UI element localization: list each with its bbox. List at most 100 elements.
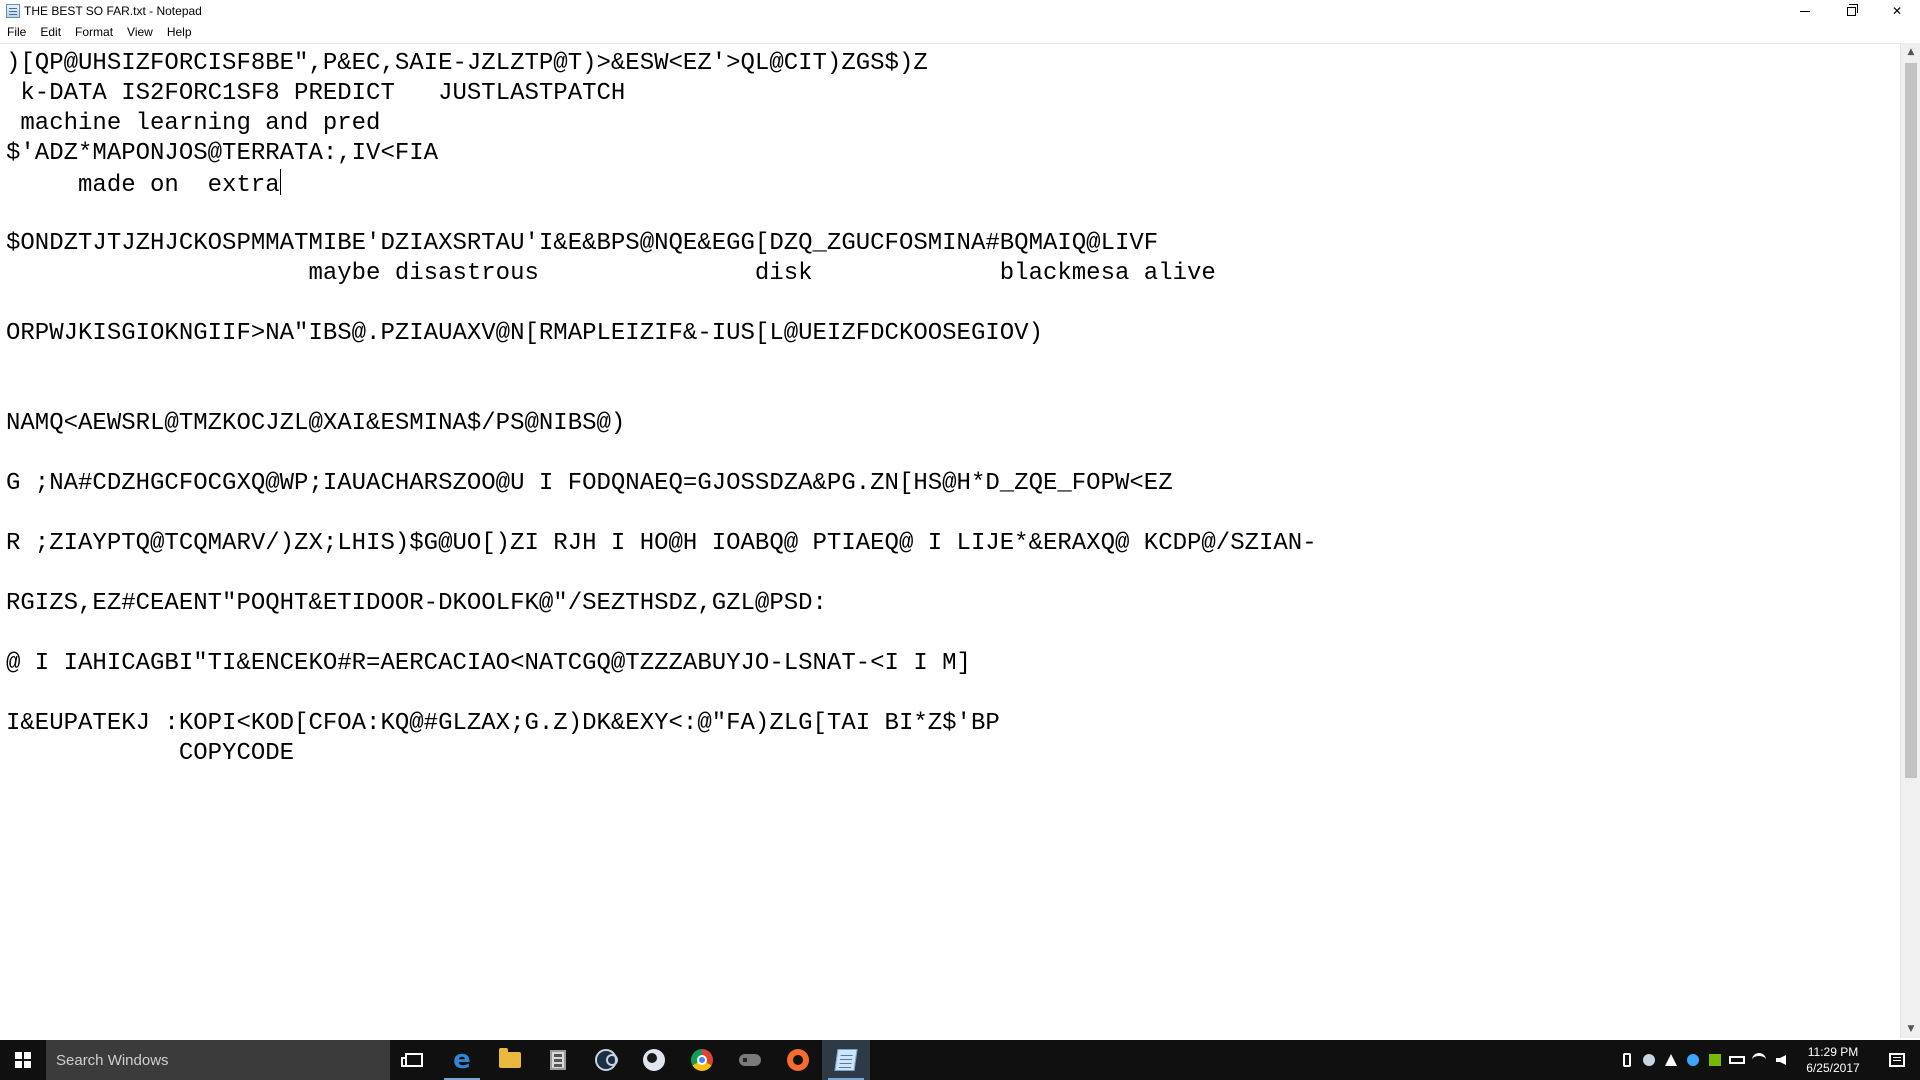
menu-bar: File Edit Format View Help [0,22,1920,42]
menu-format[interactable]: Format [68,25,120,39]
menu-view[interactable]: View [120,25,160,39]
origin-icon [787,1049,809,1071]
text-line[interactable]: k-DATA IS2FORC1SF8 PREDICT JUSTLASTPATCH [6,79,1886,109]
text-line[interactable] [6,439,1886,469]
text-line[interactable] [6,829,1886,859]
clock-date: 6/25/2017 [1806,1061,1860,1075]
text-line[interactable] [6,979,1886,1009]
taskbar-search[interactable] [46,1040,390,1080]
wifi-icon[interactable] [1748,1040,1770,1080]
clock[interactable]: 11:29 PM 6/25/2017 [1792,1040,1874,1080]
text-line[interactable]: COPYCODE [6,739,1886,769]
text-line[interactable] [6,679,1886,709]
restore-button[interactable] [1828,0,1874,22]
steam-tray-icon-glyph [1643,1054,1655,1066]
menu-file[interactable]: File [0,25,33,39]
text-line[interactable]: )[QP@UHSIZFORCISF8BE",P&EC,SAIE-JZLZTP@T… [6,49,1886,79]
text-content[interactable]: )[QP@UHSIZFORCISF8BE",P&EC,SAIE-JZLZTP@T… [6,49,1886,1031]
taskbar-button-notepad[interactable] [822,1040,870,1080]
text-editor[interactable]: )[QP@UHSIZFORCISF8BE",P&EC,SAIE-JZLZTP@T… [0,43,1900,1031]
volume-icon[interactable] [1770,1040,1792,1080]
text-line[interactable]: machine learning and pred [6,109,1886,139]
search-input[interactable] [56,1051,376,1069]
notepad-icon [834,1049,858,1071]
close-icon: ✕ [1891,4,1903,18]
text-line[interactable] [6,859,1886,889]
window-controls: ✕ [1782,0,1920,22]
taskbar-button-valve[interactable] [630,1040,678,1080]
text-line[interactable] [6,499,1886,529]
text-line-content: COPYCODE [6,740,295,767]
taskbar-button-calculator[interactable] [534,1040,582,1080]
text-line[interactable]: $ONDZTJTJZHJCKOSPMMATMIBE'DZIAXSRTAU'I&E… [6,229,1886,259]
taskbar-button-task-view[interactable] [390,1040,438,1080]
action-center-button[interactable] [1874,1040,1920,1080]
battery-icon-glyph [1729,1056,1745,1064]
clock-time: 11:29 PM [1807,1045,1859,1059]
volume-icon-glyph [1776,1055,1786,1065]
title-bar[interactable]: THE BEST SO FAR.txt - Notepad ✕ [0,0,1920,22]
calculator-icon [550,1050,566,1070]
text-line[interactable]: maybe disastrous disk blackmesa alive [6,259,1886,289]
taskbar-button-edge[interactable]: e [438,1040,486,1080]
nvidia-icon[interactable] [1704,1040,1726,1080]
edge-icon: e [453,1045,471,1075]
text-line[interactable] [6,619,1886,649]
text-line[interactable]: RGIZS,EZ#CEAENT"POQHT&ETIDOOR-DKOOLFK@"/… [6,589,1886,619]
usb-icon[interactable] [1616,1040,1638,1080]
wifi-icon-glyph [1752,1053,1766,1067]
text-line[interactable] [6,919,1886,949]
taskbar: e 11:29 PM 6/25/2017 [0,1040,1920,1080]
text-line[interactable] [6,559,1886,589]
text-line[interactable]: NAMQ<AEWSRL@TMZKOCJZL@XAI&ESMINA$/PS@NIB… [6,409,1886,439]
text-line-content: I&EUPATEKJ :KOPI<KOD[CFOA:KQ@#GLZAX;G.Z)… [6,710,1000,737]
text-line[interactable] [6,799,1886,829]
restore-icon [1846,3,1858,16]
text-line[interactable]: ORPWJKISGIOKNGIIF>NA"IBS@.PZIAUAXV@N[RMA… [6,319,1886,349]
start-button[interactable] [0,1040,46,1080]
bluetooth-icon[interactable] [1682,1040,1704,1080]
text-line[interactable] [6,769,1886,799]
text-line[interactable]: R ;ZIAYPTQ@TCQMARV/)ZX;LHIS)$G@UO[)ZI RJ… [6,529,1886,559]
chrome-icon [691,1049,713,1071]
steam-tray-icon[interactable] [1638,1040,1660,1080]
text-line[interactable]: $'ADZ*MAPONJOS@TERRATA:,IV<FIA [6,139,1886,169]
text-line[interactable]: I&EUPATEKJ :KOPI<KOD[CFOA:KQ@#GLZAX;G.Z)… [6,709,1886,739]
text-line[interactable] [6,349,1886,379]
taskbar-button-origin[interactable] [774,1040,822,1080]
text-line-content: made on extra [6,172,280,199]
battery-icon[interactable] [1726,1040,1748,1080]
vertical-scrollbar[interactable]: ▲ ▼ [1900,43,1920,1038]
close-button[interactable]: ✕ [1874,0,1920,22]
file-explorer-icon [499,1048,521,1068]
text-line[interactable] [6,1009,1886,1031]
text-line[interactable] [6,289,1886,319]
menu-help[interactable]: Help [160,25,199,39]
game-icon [739,1054,761,1066]
text-line[interactable] [6,199,1886,229]
text-line-content: k-DATA IS2FORC1SF8 PREDICT JUSTLASTPATCH [6,80,626,107]
taskbar-button-chrome[interactable] [678,1040,726,1080]
text-line-content: NAMQ<AEWSRL@TMZKOCJZL@XAI&ESMINA$/PS@NIB… [6,410,626,437]
scroll-down-arrow-icon[interactable]: ▼ [1901,1022,1920,1036]
text-line-content: $'ADZ*MAPONJOS@TERRATA:,IV<FIA [6,140,439,167]
scroll-up-arrow-icon[interactable]: ▲ [1901,45,1920,59]
text-line[interactable]: G ;NA#CDZHGCFOCGXQ@WP;IAUACHARSZOO@U I F… [6,469,1886,499]
taskbar-button-folder[interactable] [486,1040,534,1080]
steam-icon [595,1049,618,1071]
text-line[interactable]: @ I IAHICAGBI"TI&ENCEKO#R=AERCACIAO<NATC… [6,649,1886,679]
taskbar-button-steam[interactable] [582,1040,630,1080]
text-line[interactable] [6,379,1886,409]
menu-edit[interactable]: Edit [33,25,68,39]
text-line[interactable]: made on extra [6,169,1886,199]
airplane-icon[interactable] [1660,1040,1682,1080]
system-tray: 11:29 PM 6/25/2017 [1616,1040,1920,1080]
notepad-app-icon[interactable] [6,4,20,18]
text-line-content: machine learning and pred [6,110,381,137]
bluetooth-icon-glyph [1687,1054,1699,1066]
text-line[interactable] [6,949,1886,979]
text-line[interactable] [6,889,1886,919]
minimize-button[interactable] [1782,0,1828,22]
scroll-thumb[interactable] [1905,63,1917,778]
taskbar-button-game[interactable] [726,1040,774,1080]
